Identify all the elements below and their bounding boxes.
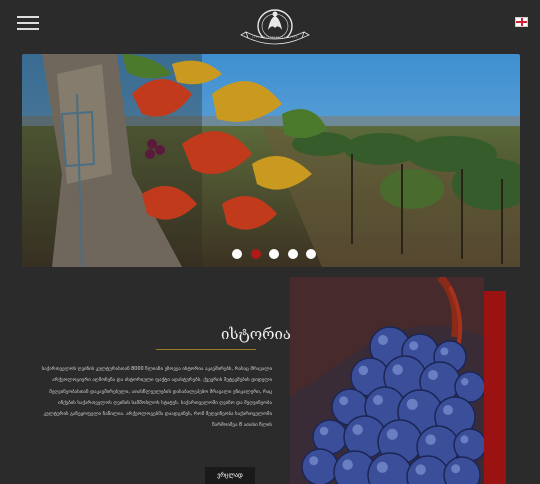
english-flag-icon[interactable]: [515, 17, 528, 27]
slider-dot-3[interactable]: [269, 249, 279, 259]
hero-slider[interactable]: [22, 54, 520, 267]
title-underline: [156, 349, 256, 350]
history-text: საქართველოს ღვინის კულტურასთან 8000 წლია…: [41, 366, 272, 429]
slider-dot-5[interactable]: [306, 249, 316, 259]
read-more-button[interactable]: ვრცლად: [205, 467, 255, 484]
vineyard-photo: [22, 54, 520, 267]
slider-dots: [0, 249, 540, 261]
hamburger-menu-icon[interactable]: [17, 16, 39, 30]
blue-grapes-photo: [290, 277, 484, 484]
red-accent-bar: [484, 291, 506, 484]
slider-dot-2[interactable]: [251, 249, 261, 259]
winery-crest-logo[interactable]: [238, 2, 312, 48]
history-title: ისტორია: [221, 325, 291, 343]
header: [0, 0, 540, 50]
slider-dot-1[interactable]: [232, 249, 242, 259]
slider-dot-4[interactable]: [288, 249, 298, 259]
